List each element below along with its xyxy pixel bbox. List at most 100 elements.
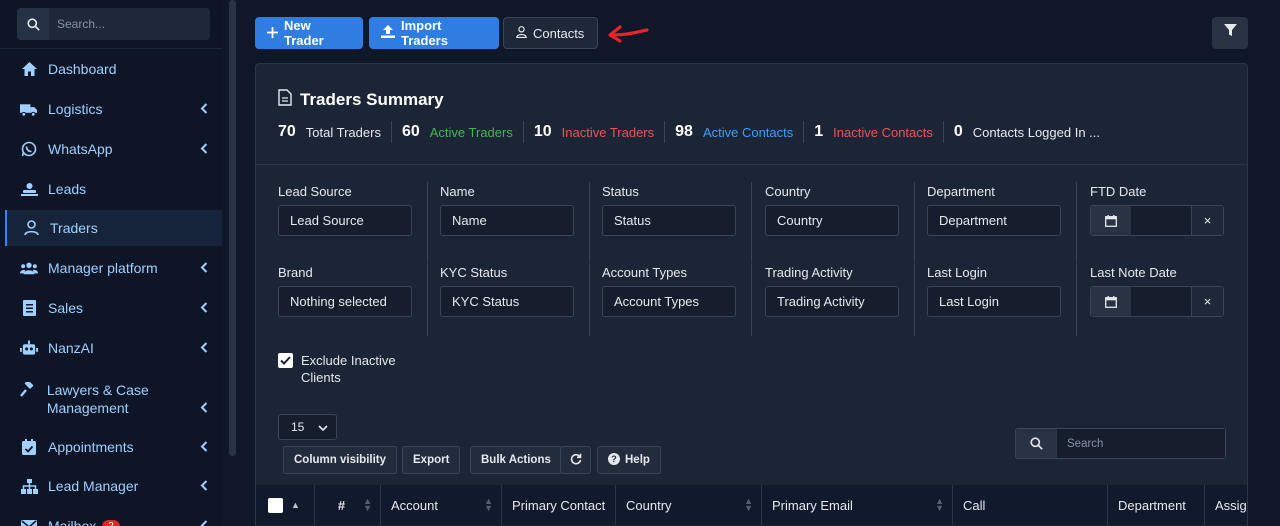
filter-divider xyxy=(589,263,590,336)
filter-label: Status xyxy=(602,184,639,199)
svg-text:?: ? xyxy=(611,454,617,464)
sidebar-item-lead-manager[interactable]: Lead Manager xyxy=(5,468,222,504)
clear-ftd-date-button[interactable]: × xyxy=(1191,206,1223,235)
column-header-label: Primary Email xyxy=(772,497,853,513)
summary-title: Traders Summary xyxy=(278,89,444,111)
whatsapp-icon xyxy=(20,140,38,158)
department-select[interactable]: Department xyxy=(927,205,1061,236)
filter-divider xyxy=(1076,263,1077,336)
table-search-input[interactable]: Search xyxy=(1057,429,1225,458)
column-visibility-button[interactable]: Column visibility xyxy=(283,446,398,474)
sidebar-item-nanzai[interactable]: NanzAI xyxy=(5,330,222,366)
sidebar-search[interactable]: Search... xyxy=(17,8,210,40)
account-types-select[interactable]: Account Types xyxy=(602,286,736,317)
table-search[interactable]: Search xyxy=(1015,428,1226,459)
last-login-select[interactable]: Last Login xyxy=(927,286,1061,317)
exclude-inactive-toggle[interactable]: Exclude Inactive Clients xyxy=(278,352,411,386)
new-trader-button[interactable]: New Trader xyxy=(255,17,363,49)
column-header-country[interactable]: Country ▲ ▼ xyxy=(616,485,762,525)
filter-button[interactable] xyxy=(1212,17,1248,49)
sidebar-item-label: Dashboard xyxy=(48,61,117,77)
search-icon[interactable] xyxy=(17,8,49,40)
filter-label: Country xyxy=(765,184,811,199)
country-select[interactable]: Country xyxy=(765,205,899,236)
ftd-date-picker[interactable]: × xyxy=(1090,205,1224,236)
select-all-checkbox[interactable] xyxy=(268,497,283,513)
last-note-date-picker[interactable]: × xyxy=(1090,286,1224,317)
stat-active-contacts: 98 Active Contacts xyxy=(675,121,805,143)
filter-label: Brand xyxy=(278,265,313,280)
sitemap-icon xyxy=(20,477,38,495)
name-input[interactable]: Name xyxy=(440,205,574,236)
column-header-primary-contact[interactable]: Primary Contact xyxy=(502,485,616,525)
stat-label: Contacts Logged In ... xyxy=(972,124,1100,140)
sidebar-item-sales[interactable]: Sales xyxy=(5,290,222,326)
filter-divider xyxy=(427,182,428,262)
column-header-account[interactable]: Account ▲ ▼ xyxy=(381,485,502,525)
clear-last-note-date-button[interactable]: × xyxy=(1191,287,1223,316)
sidebar-search-input[interactable]: Search... xyxy=(57,17,105,31)
sort-asc-icon[interactable]: ▲ xyxy=(291,500,300,510)
last-note-date-input[interactable] xyxy=(1131,287,1191,316)
export-button[interactable]: Export xyxy=(402,446,461,474)
help-label: Help xyxy=(625,454,650,466)
help-button[interactable]: ? Help xyxy=(597,446,661,474)
column-header-department[interactable]: Department xyxy=(1108,485,1205,525)
select-all-column[interactable]: ▲ xyxy=(256,485,315,525)
filter-kyc-status: KYC Status KYC Status xyxy=(440,265,590,317)
refresh-button[interactable] xyxy=(560,446,591,474)
filter-divider xyxy=(427,263,428,336)
chevron-left-icon xyxy=(200,340,208,356)
chevron-down-icon xyxy=(318,420,328,434)
stat-count: 0 xyxy=(953,123,963,140)
filter-divider xyxy=(589,182,590,262)
sidebar-item-leads[interactable]: Leads xyxy=(5,171,222,207)
sidebar-item-mailbox[interactable]: Mailbox 2 xyxy=(5,508,222,526)
import-traders-button[interactable]: Import Traders xyxy=(369,17,499,49)
column-header-primary-email[interactable]: Primary Email ▲ ▼ xyxy=(762,485,953,525)
search-icon[interactable] xyxy=(1016,429,1057,458)
sidebar-item-lawyers-case-management[interactable]: Lawyers & Case Management xyxy=(5,379,222,421)
kyc-status-select[interactable]: KYC Status xyxy=(440,286,574,317)
column-header-assigned[interactable]: Assig xyxy=(1205,485,1247,525)
document-icon xyxy=(20,299,38,317)
calendar-icon[interactable] xyxy=(1091,206,1131,235)
filter-last-login: Last Login Last Login xyxy=(927,265,1077,317)
sidebar-item-manager-platform[interactable]: Manager platform xyxy=(5,250,222,286)
stat-count: 98 xyxy=(675,123,693,140)
upload-icon xyxy=(381,25,395,41)
chevron-left-icon xyxy=(200,439,208,455)
sidebar-scrollbar[interactable] xyxy=(229,0,236,456)
sidebar-item-label: Appointments xyxy=(48,439,134,455)
lead-source-select[interactable]: Lead Source xyxy=(278,205,412,236)
page-size-select[interactable]: 15 xyxy=(278,414,337,440)
calendar-icon[interactable] xyxy=(1091,287,1131,316)
sidebar-item-logistics[interactable]: Logistics xyxy=(5,91,222,127)
sidebar-item-appointments[interactable]: Appointments xyxy=(5,429,222,465)
contacts-button[interactable]: Contacts xyxy=(503,17,598,49)
trading-activity-select[interactable]: Trading Activity xyxy=(765,286,899,317)
brand-select[interactable]: Nothing selected xyxy=(278,286,412,317)
truck-icon xyxy=(20,100,38,118)
sidebar: Search... Dashboard Logistics WhatsApp L… xyxy=(0,0,222,526)
filter-status: Status Status xyxy=(602,184,752,236)
ftd-date-input[interactable] xyxy=(1131,206,1191,235)
stat-total-traders: 70 Total Traders xyxy=(278,121,392,143)
filter-label: Lead Source xyxy=(278,184,352,199)
sidebar-item-whatsapp[interactable]: WhatsApp xyxy=(5,131,222,167)
users-icon xyxy=(20,259,38,277)
column-header-call[interactable]: Call xyxy=(953,485,1108,525)
chevron-left-icon xyxy=(200,518,208,526)
column-header-number[interactable]: # ▲ ▼ xyxy=(315,485,381,525)
sidebar-item-traders[interactable]: Traders xyxy=(5,210,222,246)
filter-label: Department xyxy=(927,184,995,199)
sidebar-divider xyxy=(0,48,222,49)
exclude-inactive-label: Exclude Inactive Clients xyxy=(301,353,396,385)
sidebar-item-dashboard[interactable]: Dashboard xyxy=(5,51,222,87)
table-header: ▲ # ▲ ▼ Account ▲ ▼ Primary Contact Countr… xyxy=(256,485,1247,525)
checkbox-checked-icon[interactable] xyxy=(278,353,293,368)
chevron-left-icon xyxy=(200,101,208,117)
bulk-actions-button[interactable]: Bulk Actions xyxy=(470,446,562,474)
status-select[interactable]: Status xyxy=(602,205,736,236)
filter-trading-activity: Trading Activity Trading Activity xyxy=(765,265,915,317)
